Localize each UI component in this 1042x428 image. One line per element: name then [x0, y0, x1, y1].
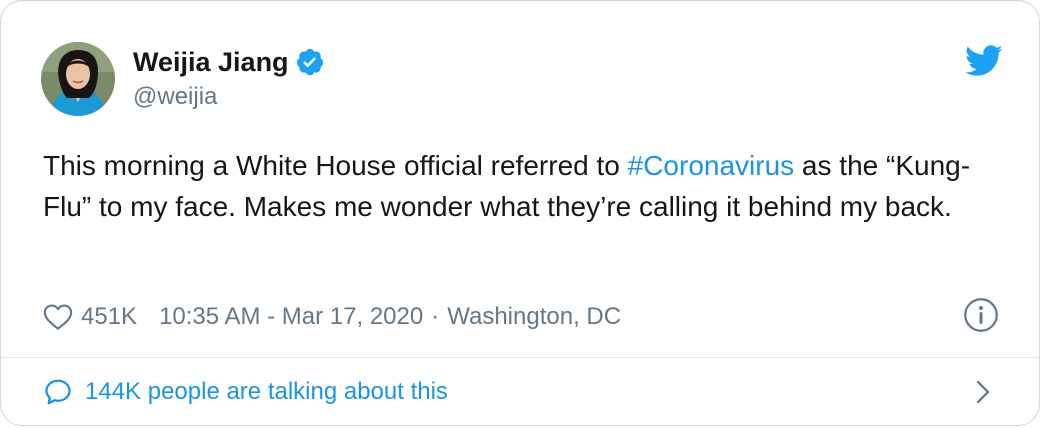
twitter-bird-icon[interactable] — [965, 45, 1003, 77]
location[interactable]: Washington, DC — [447, 303, 621, 331]
speech-bubble-icon — [43, 377, 73, 407]
hashtag-link[interactable]: #Coronavirus — [628, 150, 795, 181]
heart-icon[interactable] — [43, 303, 73, 331]
tweet-text-before: This morning a White House official refe… — [43, 150, 628, 181]
divider — [1, 357, 1039, 358]
timestamp[interactable]: 10:35 AM - Mar 17, 2020 — [159, 303, 423, 331]
talking-about-link[interactable]: 144K people are talking about this — [85, 378, 448, 406]
name-row: Weijia Jiang — [133, 45, 325, 79]
info-icon[interactable] — [963, 297, 999, 333]
display-name[interactable]: Weijia Jiang — [133, 45, 289, 79]
tweet-text: This morning a White House official refe… — [43, 145, 1013, 227]
like-count[interactable]: 451K — [81, 303, 137, 331]
user-handle[interactable]: @weijia — [133, 81, 325, 113]
avatar[interactable] — [41, 42, 115, 116]
conversation-footer[interactable]: 144K people are talking about this — [43, 361, 999, 423]
meta-separator: · — [431, 303, 440, 330]
user-names: Weijia Jiang @weijia — [133, 45, 325, 113]
tweet-card[interactable]: Weijia Jiang @weijia This morning a Whit… — [0, 0, 1040, 426]
tweet-meta: 451K 10:35 AM - Mar 17, 2020 · Washingto… — [43, 297, 621, 337]
tweet-header: Weijia Jiang @weijia — [41, 41, 325, 117]
verified-badge-icon — [295, 47, 325, 77]
chevron-right-icon[interactable] — [975, 379, 991, 405]
